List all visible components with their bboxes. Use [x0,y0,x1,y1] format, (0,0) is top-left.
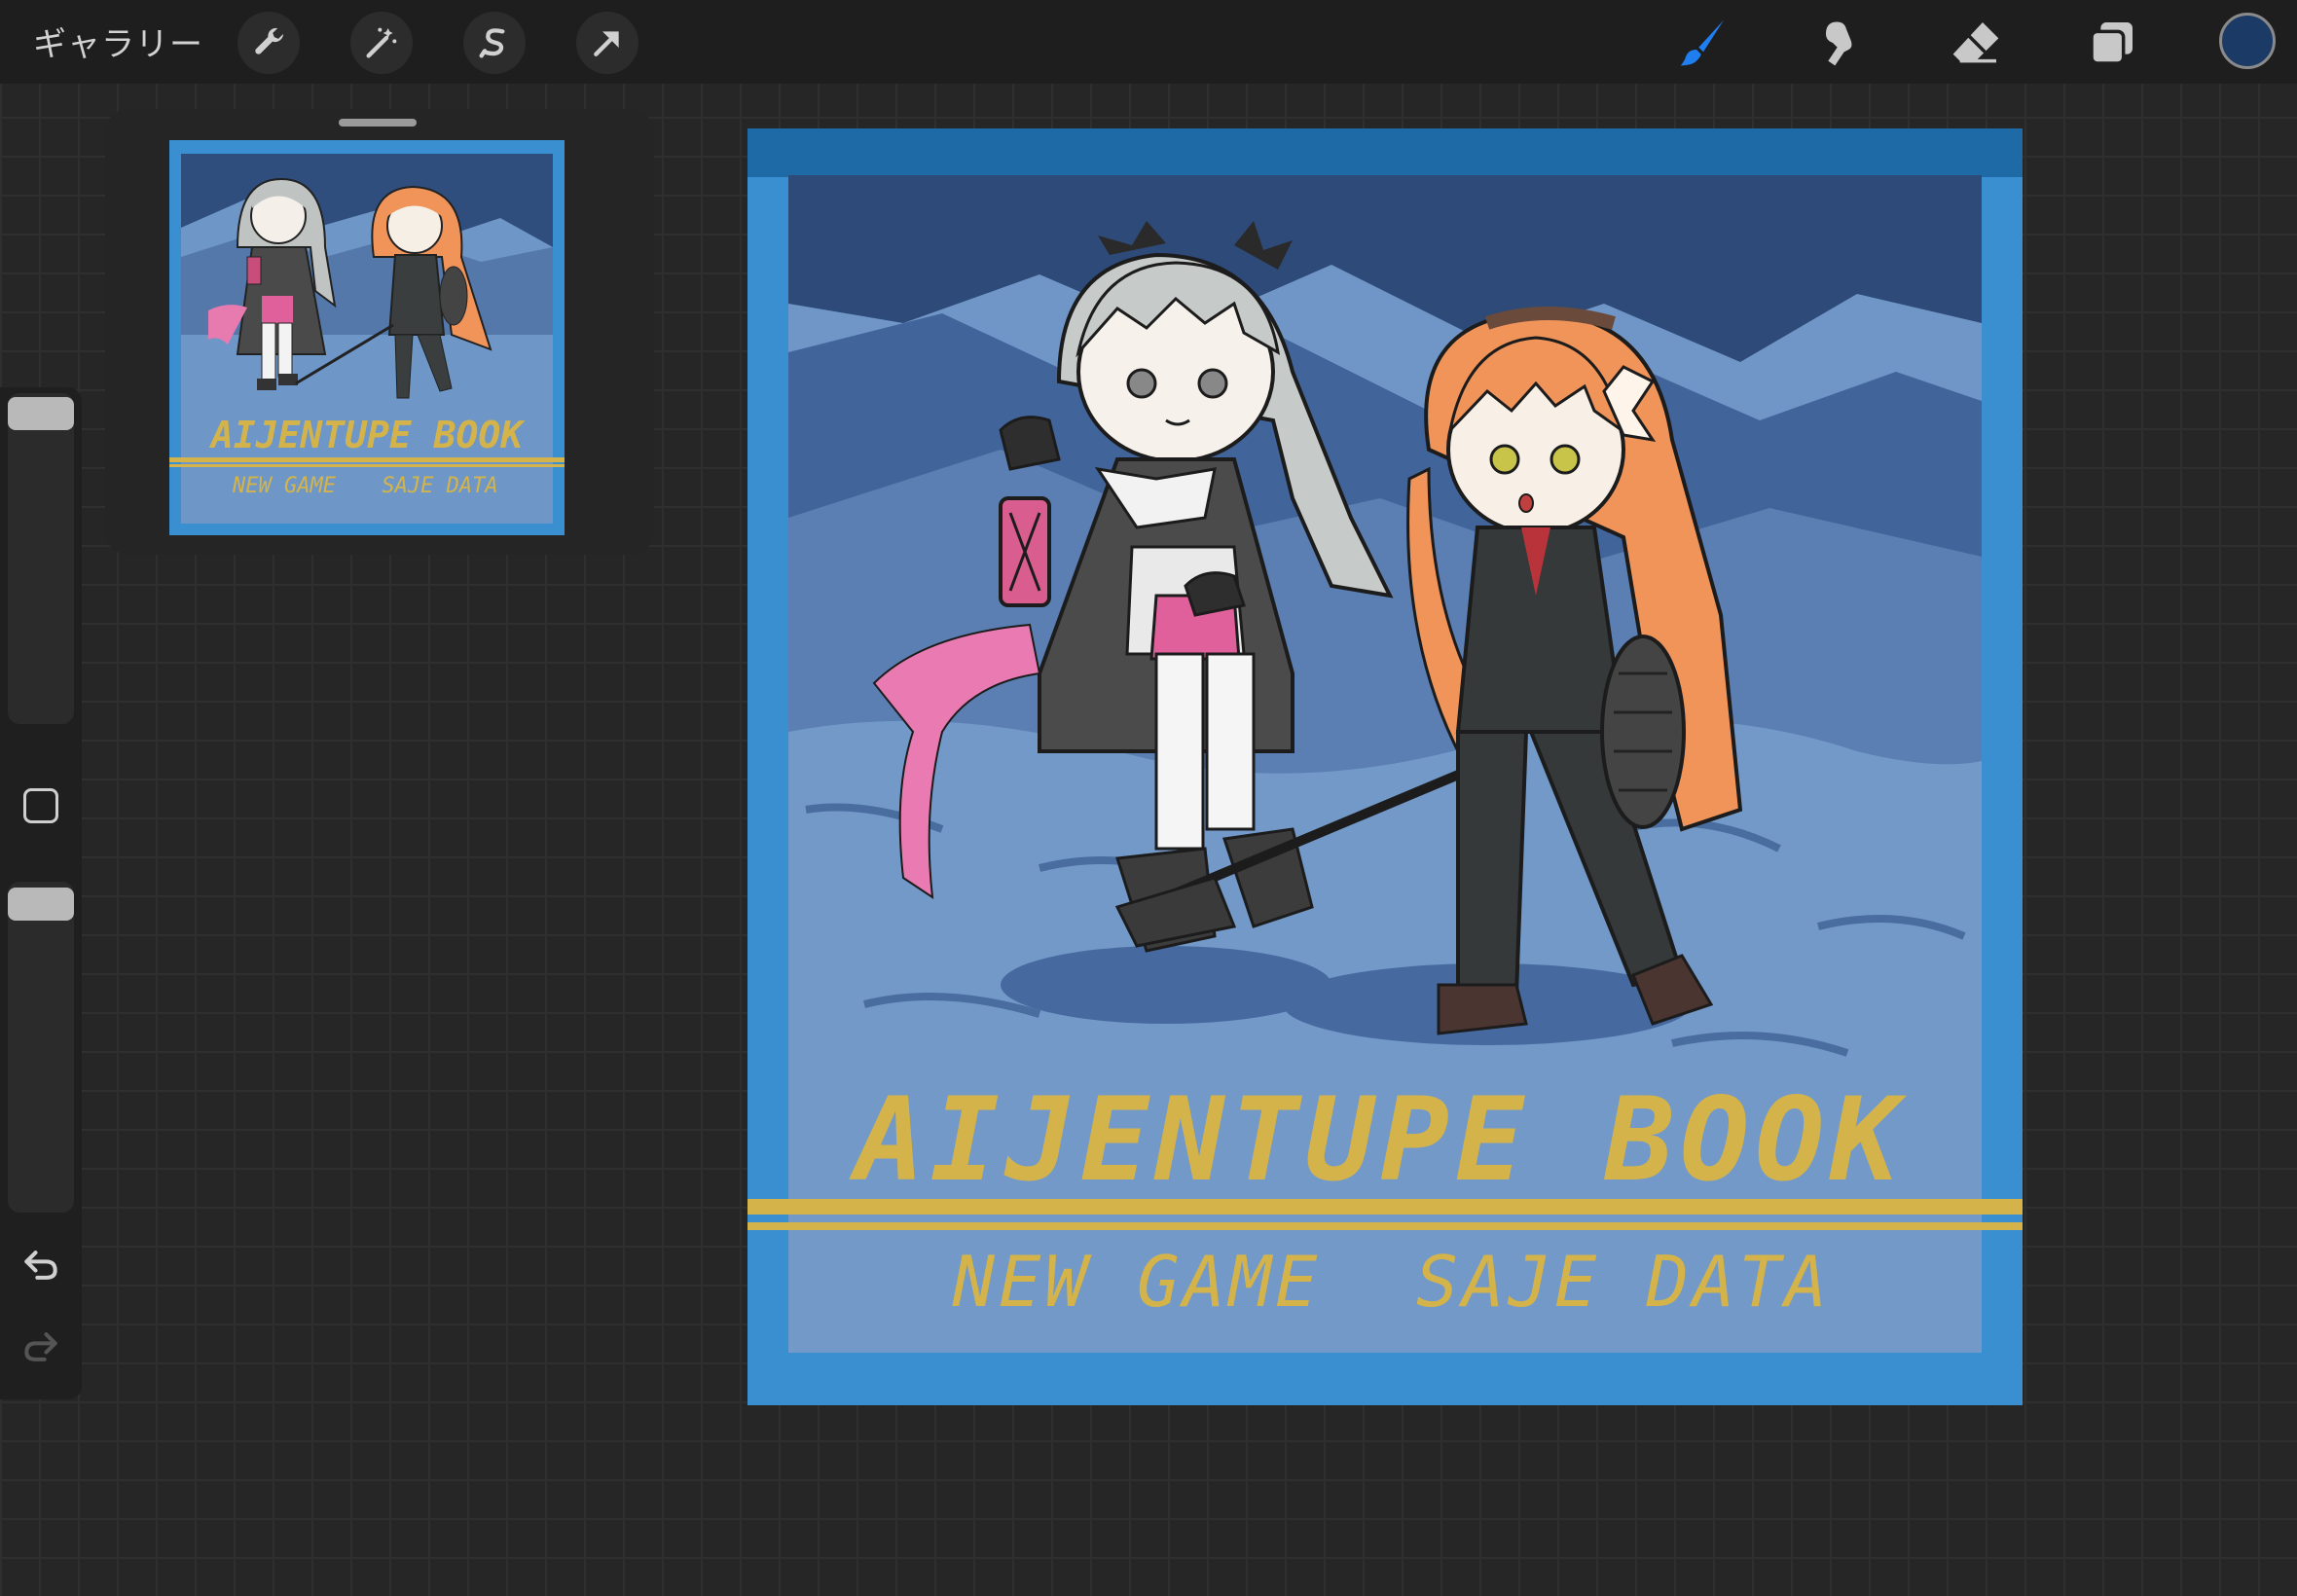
drawing-canvas[interactable]: AIJENTUPE BOOK NEW GAME SAJE DATA [747,128,2023,1405]
eraser-tool-button[interactable] [1945,12,2007,74]
reference-title: AIJENTUPE BOOK [208,414,526,456]
smudge-tool-button[interactable] [1808,12,1871,74]
gallery-button[interactable]: ギャラリー [33,18,203,65]
reference-menu-left: NEW GAME [232,474,337,498]
wrench-icon [255,27,283,54]
layers-button[interactable] [2081,12,2143,74]
transform-button[interactable] [576,12,638,74]
selection-button[interactable] [463,12,526,74]
actions-button[interactable] [237,12,300,74]
left-sidebar [0,387,82,1399]
opacity-slider[interactable] [8,882,74,1213]
redo-icon[interactable] [19,1325,62,1368]
menu-save-data: SAJE DATA [1416,1241,1831,1323]
reference-panel[interactable]: AIJENTUPE BOOK NEW GAME SAJE DATA [105,109,654,555]
undo-icon[interactable] [19,1244,62,1287]
artwork-title: AIJENTUPE BOOK [849,1072,1908,1207]
brush-size-slider[interactable] [8,393,74,724]
selection-icon [479,28,505,58]
color-picker-button[interactable] [2219,13,2276,69]
brush-icon [1680,19,1724,66]
reference-image: AIJENTUPE BOOK NEW GAME SAJE DATA [169,140,565,535]
top-toolbar: ギャラリー [0,0,2297,84]
adjustments-button[interactable] [350,12,413,74]
move-arrow-icon [594,31,619,56]
eraser-icon [1952,22,1999,63]
title-underline-top [747,1199,2023,1215]
layers-icon [2090,22,2133,65]
opacity-handle[interactable] [8,888,74,921]
modifier-button[interactable] [23,788,58,823]
title-underline-bottom [747,1222,2023,1230]
smudge-icon [1826,21,1852,66]
brush-size-handle[interactable] [8,397,74,430]
magic-wand-icon [366,27,397,58]
reference-drag-handle[interactable] [339,119,417,127]
brush-tool-button[interactable] [1672,12,1734,74]
reference-menu-right: SAJE DATA [382,474,497,498]
menu-new-game: NEW GAME [952,1241,1322,1323]
